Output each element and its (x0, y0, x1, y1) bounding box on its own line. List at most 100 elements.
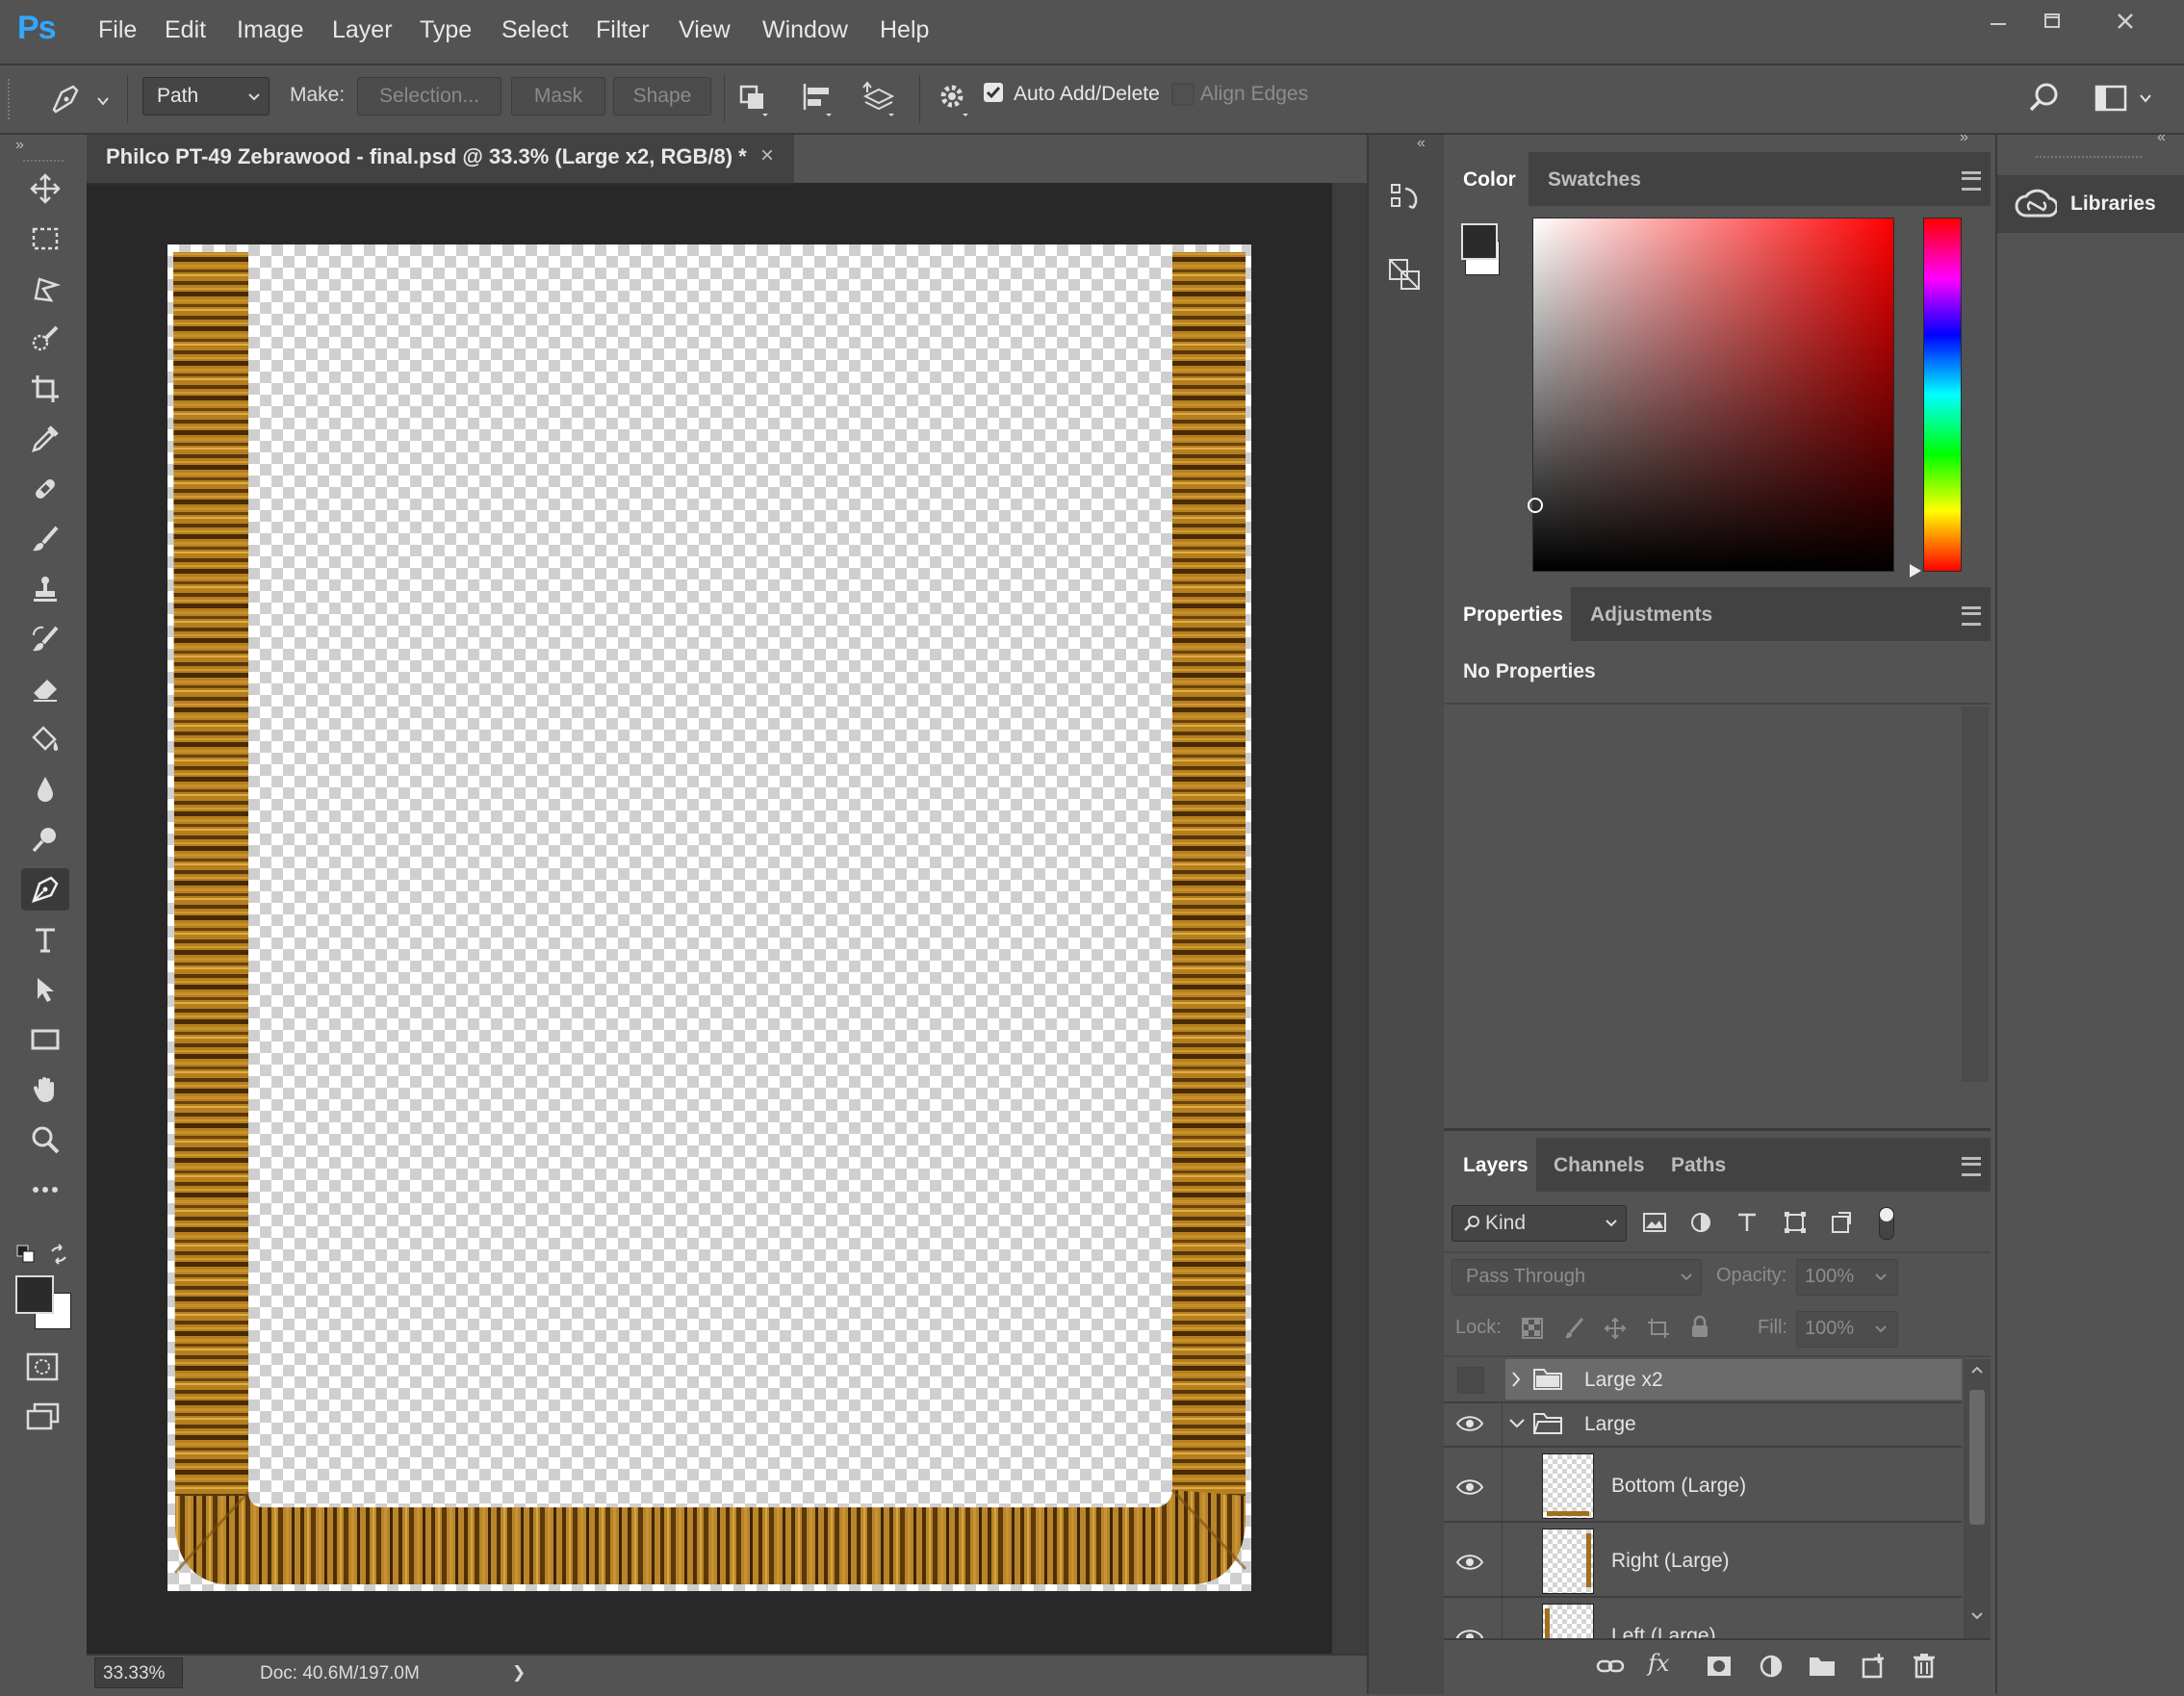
default-colors-icon[interactable] (15, 1244, 37, 1270)
layer-visibility-toggle-off[interactable] (1457, 1367, 1484, 1394)
blur-tool-icon[interactable] (21, 768, 69, 810)
tab-paths[interactable]: Paths (1671, 1154, 1726, 1177)
close-tab-icon[interactable]: × (760, 142, 774, 169)
screen-mode-icon[interactable] (25, 1401, 62, 1437)
path-arrangement-icon[interactable] (860, 79, 898, 124)
marquee-tool-icon[interactable] (21, 218, 69, 260)
fill-field[interactable]: 100% (1796, 1311, 1898, 1348)
minimize-icon[interactable] (1971, 4, 2025, 42)
status-menu-arrow[interactable]: ❯ (512, 1663, 526, 1683)
color-saturation-field[interactable] (1528, 218, 1894, 572)
fx-icon[interactable]: fx (1648, 1650, 1669, 1677)
history-panel-icon[interactable] (1384, 179, 1425, 224)
layer-name[interactable]: Left (Large) (1611, 1625, 1716, 1638)
properties-panel-menu-icon[interactable] (1962, 606, 1981, 626)
more-tools-icon[interactable] (21, 1169, 69, 1211)
path-selection-tool-icon[interactable] (21, 968, 69, 1011)
menu-file[interactable]: File (98, 16, 137, 44)
zoom-field[interactable]: 33.33% (94, 1657, 183, 1688)
path-alignment-icon[interactable] (799, 79, 837, 124)
menu-view[interactable]: View (679, 16, 731, 44)
link-layers-icon[interactable] (1596, 1654, 1625, 1683)
quick-select-tool-icon[interactable] (21, 318, 69, 360)
panel-divider[interactable] (1444, 1128, 1991, 1131)
path-operations-icon[interactable] (735, 79, 774, 124)
settings-gear-icon[interactable] (934, 79, 974, 124)
align-edges-checkbox[interactable] (1171, 83, 1195, 106)
menu-image[interactable]: Image (237, 16, 303, 44)
tab-layers[interactable]: Layers (1444, 1138, 1536, 1192)
lock-artboards-icon[interactable] (1646, 1317, 1671, 1345)
layers-scrollbar[interactable] (1964, 1359, 1991, 1638)
expand-dock-icon[interactable]: » (1960, 129, 1968, 146)
grip-handle[interactable] (8, 79, 17, 119)
layer-row-large-x2[interactable] (1505, 1359, 1962, 1400)
filter-adjustment-layers-icon[interactable] (1688, 1211, 1713, 1239)
mask-button[interactable]: Mask (511, 77, 605, 116)
opacity-field[interactable]: 100% (1796, 1259, 1898, 1296)
hue-slider[interactable] (1923, 218, 1962, 572)
move-tool-icon[interactable] (21, 167, 69, 210)
tool-preset-picker[interactable] (48, 81, 116, 124)
rectangle-tool-icon[interactable] (21, 1018, 69, 1061)
canvas[interactable] (167, 244, 1251, 1591)
layers-scrollbar-thumb[interactable] (1969, 1390, 1985, 1525)
swap-colors-icon[interactable] (48, 1244, 69, 1270)
auto-add-delete-checkbox[interactable] (984, 83, 1003, 102)
info-panel-icon[interactable] (1384, 254, 1425, 299)
hand-tool-icon[interactable] (21, 1068, 69, 1111)
layer-name[interactable]: Large x2 (1584, 1369, 1663, 1392)
crop-tool-icon[interactable] (21, 368, 69, 410)
menu-filter[interactable]: Filter (596, 16, 650, 44)
toolbar-grip[interactable] (23, 160, 64, 166)
history-brush-tool-icon[interactable] (21, 618, 69, 660)
properties-scrollbar[interactable] (1962, 707, 1989, 1082)
maximize-icon[interactable] (2025, 4, 2079, 42)
close-icon[interactable] (2098, 4, 2152, 42)
selection-button[interactable]: Selection... (357, 77, 501, 116)
tab-adjustments[interactable]: Adjustments (1590, 604, 1712, 627)
search-icon[interactable] (2025, 79, 2064, 122)
filter-pixel-layers-icon[interactable] (1642, 1211, 1667, 1239)
doc-size-info[interactable]: Doc: 40.6M/197.0M (260, 1663, 420, 1684)
menu-edit[interactable]: Edit (165, 16, 206, 44)
healing-brush-tool-icon[interactable] (21, 468, 69, 510)
collapse-libraries-icon[interactable]: « (2157, 129, 2166, 146)
tab-color[interactable]: Color (1444, 152, 1529, 206)
new-group-icon[interactable] (1808, 1654, 1837, 1683)
eye-icon[interactable] (1455, 1413, 1484, 1434)
add-mask-icon[interactable] (1706, 1654, 1733, 1683)
shape-button[interactable]: Shape (613, 77, 711, 116)
pen-tool-icon[interactable] (21, 868, 69, 911)
filter-toggle-switch[interactable] (1879, 1207, 1894, 1240)
canvas-vertical-scrollbar[interactable] (1332, 183, 1367, 1654)
filter-type-layers-icon[interactable] (1734, 1211, 1760, 1239)
lock-transparent-pixels-icon[interactable] (1521, 1317, 1544, 1345)
collapse-toolbar-icon[interactable]: » (15, 137, 24, 154)
eye-icon[interactable] (1455, 1477, 1484, 1498)
trash-icon[interactable] (1912, 1652, 1937, 1683)
color-picker-ring[interactable] (1528, 498, 1543, 513)
chevron-right-icon[interactable] (1509, 1370, 1523, 1389)
menu-layer[interactable]: Layer (332, 16, 393, 44)
new-adjustment-layer-icon[interactable] (1758, 1654, 1785, 1683)
new-layer-icon[interactable] (1860, 1654, 1887, 1683)
collapse-strip-icon[interactable]: « (1417, 135, 1426, 152)
dodge-tool-icon[interactable] (21, 818, 69, 861)
blend-mode-dropdown[interactable]: Pass Through (1452, 1259, 1702, 1296)
eyedropper-tool-icon[interactable] (21, 418, 69, 460)
color-foreground-swatch[interactable] (1461, 223, 1498, 260)
foreground-color-swatch[interactable] (15, 1275, 54, 1314)
chevron-down-icon[interactable] (1507, 1417, 1527, 1430)
tab-swatches[interactable]: Swatches (1548, 168, 1641, 192)
tab-channels[interactable]: Channels (1554, 1154, 1645, 1177)
menu-window[interactable]: Window (762, 16, 848, 44)
lock-all-icon[interactable] (1688, 1315, 1711, 1345)
filter-smart-objects-icon[interactable] (1829, 1211, 1854, 1239)
document-tab-title[interactable]: Philco PT-49 Zebrawood - final.psd @ 33.… (106, 144, 747, 169)
type-tool-icon[interactable] (21, 918, 69, 961)
lock-image-pixels-icon[interactable] (1563, 1317, 1586, 1345)
layer-name[interactable]: Large (1584, 1413, 1636, 1436)
lasso-tool-icon[interactable] (21, 268, 69, 310)
eye-icon[interactable] (1455, 1552, 1484, 1573)
